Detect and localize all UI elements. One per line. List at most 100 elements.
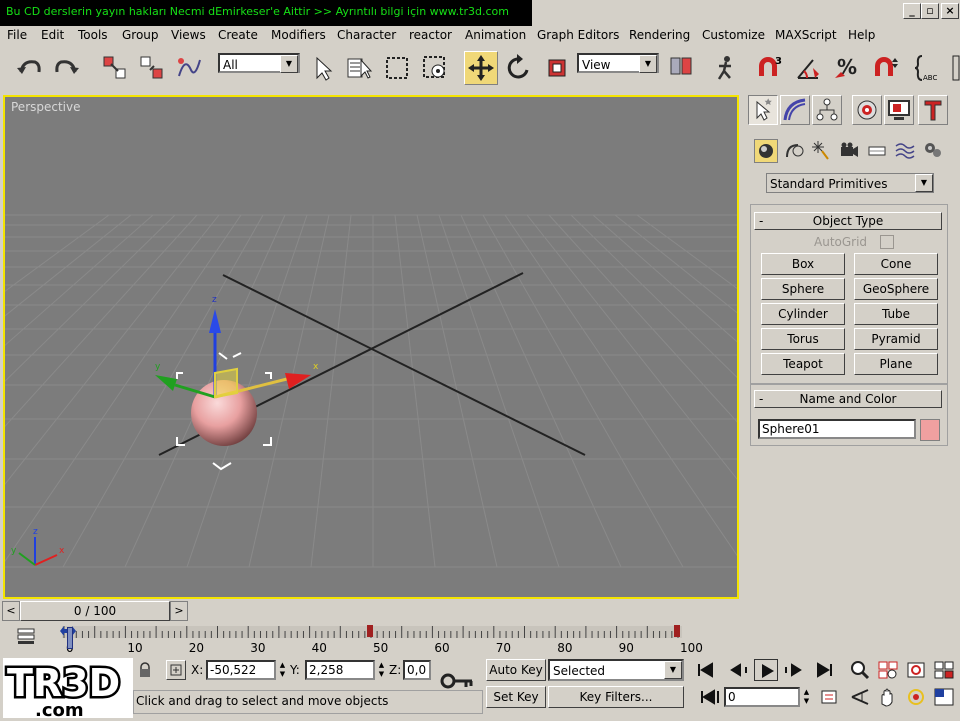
cameras-icon[interactable] [838,139,860,161]
utilities-icon[interactable] [918,95,948,125]
menu-edit[interactable]: Edit [41,28,64,42]
maximize-viewport-icon[interactable] [932,686,956,708]
auto-key-button[interactable]: Auto Key [486,659,546,681]
menu-rendering[interactable]: Rendering [629,28,690,42]
current-frame-field[interactable]: 0 [724,687,800,707]
set-key-button[interactable]: Set Key [486,686,546,708]
menu-reactor[interactable]: reactor [409,28,452,42]
selection-filter-dropdown[interactable]: All ▼ [218,53,300,73]
select-and-rotate-icon[interactable] [502,51,536,85]
play-icon[interactable] [754,659,778,681]
select-and-link-icon[interactable] [98,51,132,85]
object-color-swatch[interactable] [920,419,940,441]
teapot-button[interactable]: Teapot [761,353,845,375]
time-prev-arrow[interactable]: < [2,601,20,621]
category-dropdown[interactable]: Standard Primitives ▼ [766,173,934,193]
go-to-end-icon[interactable] [812,659,836,681]
lights-icon[interactable] [810,139,832,161]
frame-spinner[interactable]: ▲ ▼ [802,688,811,706]
select-and-move-icon[interactable] [464,51,498,85]
geosphere-button[interactable]: GeoSphere [854,278,938,300]
menu-animation[interactable]: Animation [465,28,526,42]
set-key-mode-icon[interactable] [440,670,476,692]
x-coord-field[interactable]: -50,522 [206,660,276,680]
reference-coordinate-dropdown[interactable]: View ▼ [577,53,659,73]
select-manipulate-icon[interactable] [708,51,742,85]
menu-tools[interactable]: Tools [78,28,108,42]
current-frame-indicator[interactable] [67,627,73,649]
key-filters-button[interactable]: Key Filters... [548,686,684,708]
undo-icon[interactable] [12,51,46,85]
menu-graph-editors[interactable]: Graph Editors [537,28,619,42]
field-of-view-icon[interactable] [848,686,872,708]
use-pivot-center-icon[interactable] [664,51,698,85]
modify-icon[interactable] [780,95,810,125]
named-selection-icon[interactable]: ABC [912,51,946,85]
object-type-rollout-header[interactable]: - Object Type [754,212,942,230]
systems-icon[interactable] [922,139,944,161]
menu-customize[interactable]: Customize [702,28,765,42]
create-icon[interactable] [748,95,778,125]
geometry-icon[interactable] [754,139,778,163]
y-coord-spinner[interactable]: ▲ ▼ [377,661,386,679]
time-next-arrow[interactable]: > [170,601,188,621]
object-name-field[interactable]: Sphere01 [758,419,916,439]
menu-maxscript[interactable]: MAXScript [775,28,837,42]
select-object-icon[interactable] [306,51,340,85]
motion-icon[interactable] [852,95,882,125]
z-coord-field[interactable]: 0,0 [403,660,431,680]
close-icon[interactable]: × [941,3,959,19]
pyramid-button[interactable]: Pyramid [854,328,938,350]
arc-rotate-icon[interactable] [904,686,928,708]
percent-snap-icon[interactable]: % [830,51,864,85]
cylinder-button[interactable]: Cylinder [761,303,845,325]
shapes-icon[interactable] [782,139,804,161]
mirror-icon[interactable] [950,51,960,85]
y-coord-field[interactable]: 2,258 [305,660,375,680]
keyframe-marker[interactable] [674,625,680,637]
zoom-extents-icon[interactable] [904,659,928,681]
menu-character[interactable]: Character [337,28,396,42]
time-slider-thumb[interactable]: 0 / 100 [20,601,170,621]
display-icon[interactable] [884,95,914,125]
cone-button[interactable]: Cone [854,253,938,275]
minimize-icon[interactable]: _ [903,3,921,19]
zoom-icon[interactable] [848,659,872,681]
menu-create[interactable]: Create [218,28,258,42]
unlink-icon[interactable] [135,51,169,85]
sphere-button[interactable]: Sphere [761,278,845,300]
angle-snap-icon[interactable] [792,51,826,85]
menu-help[interactable]: Help [848,28,875,42]
restore-icon[interactable]: ▫ [921,3,939,19]
box-button[interactable]: Box [761,253,845,275]
perspective-viewport[interactable]: Perspective z x y z x y [3,95,739,599]
previous-frame-icon[interactable] [726,659,750,681]
key-mode-toggle-icon[interactable] [698,686,722,708]
menu-group[interactable]: Group [122,28,159,42]
menu-modifiers[interactable]: Modifiers [271,28,326,42]
hierarchy-icon[interactable] [812,95,842,125]
select-by-name-icon[interactable] [342,51,376,85]
helpers-icon[interactable] [866,139,888,161]
zoom-all-icon[interactable] [876,659,900,681]
rectangular-region-icon[interactable] [380,51,414,85]
keyframe-marker[interactable] [367,625,373,637]
torus-button[interactable]: Torus [761,328,845,350]
key-mode-dropdown[interactable]: Selected ▼ [548,659,684,681]
xy-plane-handle[interactable] [214,367,238,399]
x-coord-spinner[interactable]: ▲ ▼ [278,661,287,679]
menu-file[interactable]: File [7,28,27,42]
autogrid-checkbox[interactable] [880,235,894,249]
plane-button[interactable]: Plane [854,353,938,375]
redo-icon[interactable] [50,51,84,85]
go-to-start-icon[interactable] [694,659,718,681]
lock-selection-icon[interactable] [138,662,152,678]
pan-view-icon[interactable] [876,686,900,708]
window-crossing-icon[interactable] [418,51,452,85]
tube-button[interactable]: Tube [854,303,938,325]
zoom-extents-all-icon[interactable] [932,659,956,681]
track-bar[interactable]: 0102030405060708090100 [0,622,745,656]
absolute-mode-transform-icon[interactable] [166,660,186,680]
name-and-color-rollout-header[interactable]: - Name and Color [754,390,942,408]
snaps-toggle-icon[interactable]: 3 [752,51,786,85]
